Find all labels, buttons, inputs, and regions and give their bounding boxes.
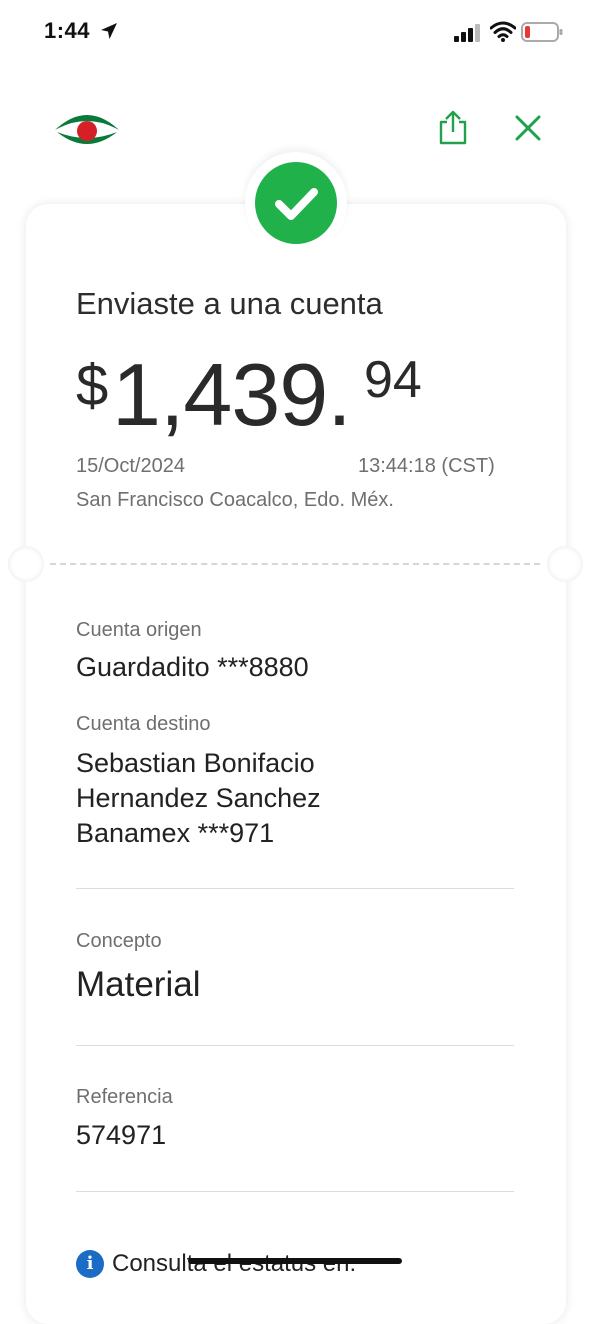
share-button[interactable] bbox=[436, 110, 470, 146]
reference-label: Referencia bbox=[76, 1086, 173, 1108]
signal-icon bbox=[454, 24, 480, 42]
divider bbox=[76, 1191, 514, 1192]
destination-name-line-1: Sebastian Bonifacio bbox=[76, 748, 315, 778]
close-button[interactable] bbox=[512, 112, 544, 144]
destination-bank-account: Banamex ***971 bbox=[76, 818, 275, 848]
info-icon: i bbox=[76, 1250, 104, 1278]
transaction-location: San Francisco Coacalco, Edo. Méx. bbox=[76, 489, 394, 511]
tear-line-divider bbox=[50, 563, 540, 565]
ticket-notch-right bbox=[547, 546, 583, 582]
destination-account-label: Cuenta destino bbox=[76, 713, 211, 735]
divider bbox=[76, 888, 514, 889]
concept-label: Concepto bbox=[76, 930, 162, 952]
origin-account-value: Guardadito ***8880 bbox=[76, 652, 309, 682]
wifi-icon bbox=[490, 21, 516, 42]
battery-low-icon bbox=[521, 22, 563, 42]
divider bbox=[76, 1045, 514, 1046]
status-info-text: Consulta el estatus en: bbox=[112, 1250, 356, 1277]
success-circle bbox=[255, 162, 337, 244]
home-indicator bbox=[188, 1258, 402, 1264]
transaction-time: 13:44:18 (CST) bbox=[358, 455, 495, 477]
receipt-title: Enviaste a una cuenta bbox=[76, 286, 383, 321]
destination-name-line-2: Hernandez Sanchez bbox=[76, 783, 321, 813]
check-icon bbox=[275, 188, 318, 220]
location-arrow-icon bbox=[101, 23, 117, 39]
status-bar: 1:44 bbox=[0, 0, 591, 64]
ticket-notch-left bbox=[8, 546, 44, 582]
status-time: 1:44 bbox=[44, 18, 91, 43]
origin-account-label: Cuenta origen bbox=[76, 619, 202, 641]
amount-currency: $ bbox=[76, 353, 109, 418]
transaction-date: 15/Oct/2024 bbox=[76, 455, 185, 477]
success-badge bbox=[245, 152, 347, 254]
reference-value: 574971 bbox=[76, 1120, 167, 1150]
bank-logo-icon bbox=[55, 115, 119, 144]
concept-value: Material bbox=[76, 965, 201, 1004]
amount-cents: 94 bbox=[364, 351, 422, 409]
amount-integer: 1,439. bbox=[112, 345, 352, 444]
